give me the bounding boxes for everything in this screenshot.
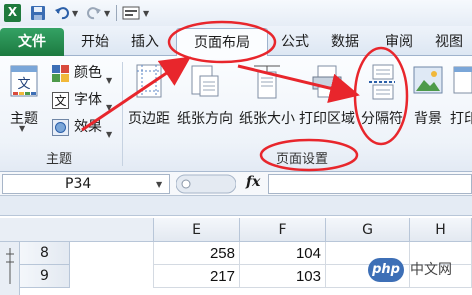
font-icon: 文 [52, 92, 69, 109]
margins-label: 页边距 [128, 111, 170, 127]
theme-fonts-label: 字体 [74, 92, 102, 108]
background-label: 背景 [414, 111, 442, 127]
outline-bar [0, 196, 472, 216]
watermark: php 中文网 [368, 255, 468, 285]
formula-input[interactable] [268, 174, 472, 194]
cell-f9[interactable]: 103 [240, 265, 326, 288]
print-area-label: 打印区域 [299, 111, 355, 127]
tab-data[interactable]: 数据 [322, 28, 368, 56]
column-header-e[interactable]: E [154, 218, 240, 242]
quick-access-toolbar: X ▼ ▼ ▼ [0, 0, 472, 26]
print-titles-label: 打印 [450, 111, 472, 127]
customize-dropdown-icon[interactable]: ▼ [143, 9, 149, 18]
watermark-text: 中文网 [410, 262, 452, 278]
column-header-f[interactable]: F [240, 218, 326, 242]
redo-icon[interactable] [86, 4, 102, 22]
php-logo: php [368, 258, 404, 282]
column-header-h[interactable]: H [410, 218, 472, 242]
row-header[interactable]: 9 [20, 265, 70, 288]
save-icon[interactable] [30, 4, 46, 22]
select-all-corner[interactable] [0, 218, 154, 242]
formula-bar: P34 ▼ fx [0, 172, 472, 196]
margins-icon [136, 64, 162, 98]
size-label: 纸张大小 [239, 111, 295, 127]
theme-colors-button[interactable]: 颜色 ▼ [52, 62, 122, 85]
breaks-button[interactable]: 分隔符 [356, 60, 408, 128]
customize-toolbar-icon[interactable] [122, 4, 140, 22]
print-titles-button[interactable]: 打印 [448, 60, 472, 128]
size-button[interactable]: 纸张大小 [236, 60, 298, 128]
effects-dropdown-icon: ▼ [106, 130, 113, 139]
themes-dropdown-icon: ▼ [19, 124, 26, 133]
breaks-label: 分隔符 [361, 111, 403, 127]
theme-effects-label: 效果 [74, 119, 102, 135]
name-box[interactable]: P34 [2, 174, 170, 194]
background-button[interactable]: 背景 [408, 60, 448, 128]
cell-e9[interactable]: 217 [154, 265, 240, 288]
tab-page-layout[interactable]: 页面布局 [176, 28, 268, 57]
palette-icon [52, 65, 69, 82]
theme-colors-label: 颜色 [74, 65, 102, 81]
undo-icon[interactable] [54, 4, 70, 22]
cell-f8[interactable]: 104 [240, 242, 326, 265]
tab-home[interactable]: 开始 [72, 28, 118, 56]
insert-function-button[interactable]: fx [246, 174, 260, 190]
excel-logo-icon[interactable]: X [4, 4, 21, 22]
cell-e8[interactable]: 258 [154, 242, 240, 265]
tab-formulas[interactable]: 公式 [272, 28, 318, 56]
outline-level-icon[interactable] [4, 246, 16, 286]
themes-button[interactable]: 文 主题 ▼ [4, 60, 44, 133]
toolbar-divider [116, 5, 117, 21]
tab-insert[interactable]: 插入 [122, 28, 168, 56]
tab-view[interactable]: 视图 [426, 28, 472, 56]
svg-text:文: 文 [54, 93, 66, 108]
row-header[interactable]: 8 [20, 242, 70, 265]
tab-file[interactable]: 文件 [0, 28, 64, 56]
print-area-icon [312, 65, 342, 98]
theme-fonts-button[interactable]: 文 字体 ▼ [52, 89, 122, 112]
paper-size-icon [254, 65, 280, 99]
group-divider [122, 62, 123, 166]
ribbon-panel: 文 主题 ▼ 颜色 ▼ 文 字体 ▼ 效果 ▼ 主题 页边距 纸张方向 纸张大小… [0, 56, 472, 172]
theme-effects-button[interactable]: 效果 ▼ [52, 116, 122, 139]
themes-group-label: 主题 [46, 152, 73, 167]
background-picture-icon [413, 66, 443, 94]
orientation-label: 纸张方向 [177, 111, 233, 127]
themes-icon: 文 [10, 65, 38, 97]
orientation-button[interactable]: 纸张方向 [174, 60, 236, 128]
tab-review[interactable]: 审阅 [376, 28, 422, 56]
margins-button[interactable]: 页边距 [124, 60, 174, 128]
name-box-dropdown-icon[interactable]: ▼ [156, 180, 162, 189]
page-setup-group-label: 页面设置 [276, 152, 329, 167]
column-header-g[interactable]: G [326, 218, 410, 242]
orientation-icon [191, 65, 219, 97]
effects-icon [52, 119, 69, 136]
svg-text:文: 文 [17, 77, 30, 92]
print-area-button[interactable]: 打印区域 [298, 60, 356, 128]
ribbon-tabs: 文件 开始 插入 页面布局 公式 数据 审阅 视图 [0, 26, 472, 57]
redo-dropdown-icon[interactable]: ▼ [104, 9, 110, 18]
print-titles-icon [453, 66, 472, 94]
undo-dropdown-icon[interactable]: ▼ [72, 9, 78, 18]
page-break-icon [369, 64, 395, 100]
formula-bar-handle-icon[interactable] [176, 174, 236, 194]
cell-blank[interactable] [70, 242, 154, 288]
